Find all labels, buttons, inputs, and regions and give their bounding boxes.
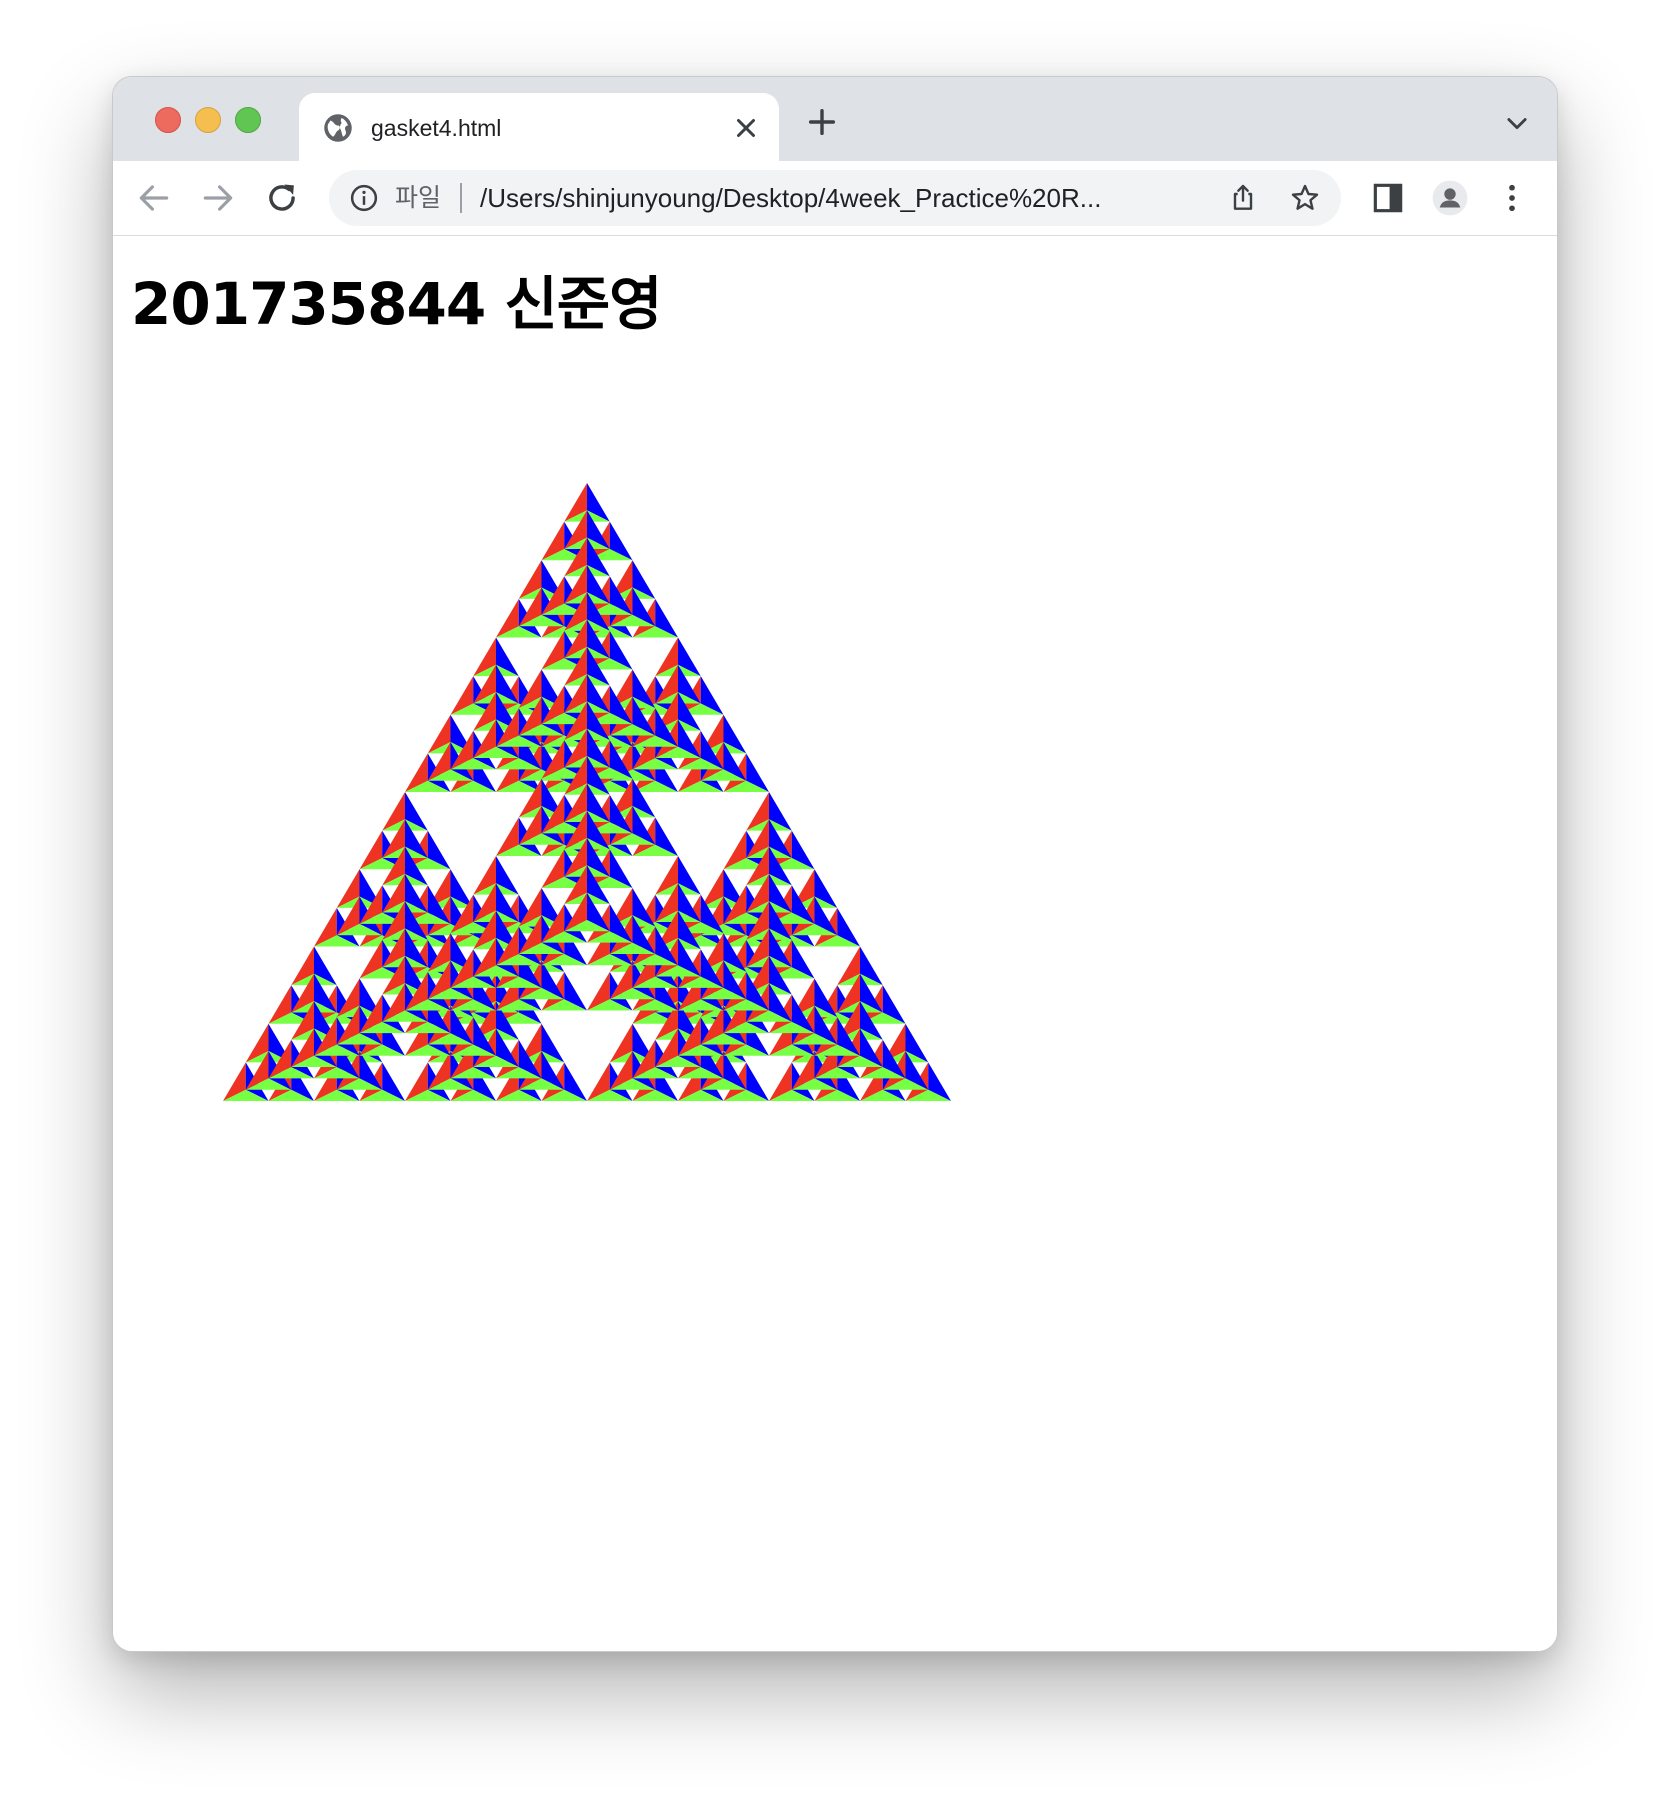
chevron-down-icon[interactable]	[1503, 109, 1531, 137]
side-panel-icon[interactable]	[1369, 179, 1407, 217]
globe-icon	[324, 114, 352, 142]
tab-strip: gasket4.html	[113, 77, 1557, 161]
page-content: 201735844 신준영	[113, 236, 1557, 1651]
window-close-button[interactable]	[155, 107, 181, 133]
avatar-icon[interactable]	[1431, 179, 1469, 217]
page-heading: 201735844 신준영	[131, 270, 662, 338]
address-bar[interactable]: 파일 /Users/shinjunyoung/Desktop/4week_Pra…	[329, 170, 1341, 226]
browser-window: gasket4.html 파일 /Users/shinjunyoung/Desk…	[112, 76, 1558, 1652]
window-maximize-button[interactable]	[235, 107, 261, 133]
kebab-menu-icon[interactable]	[1493, 179, 1531, 217]
close-icon[interactable]	[731, 113, 761, 143]
reload-icon[interactable]	[263, 179, 301, 217]
plus-icon[interactable]	[805, 105, 839, 139]
arrow-left-icon[interactable]	[135, 179, 173, 217]
window-minimize-button[interactable]	[195, 107, 221, 133]
url-scheme-label: 파일	[395, 184, 442, 212]
share-icon[interactable]	[1227, 182, 1259, 214]
info-icon[interactable]	[349, 183, 379, 213]
omnibox-separator	[460, 183, 462, 213]
arrow-right-icon[interactable]	[199, 179, 237, 217]
browser-toolbar: 파일 /Users/shinjunyoung/Desktop/4week_Pra…	[113, 161, 1557, 236]
tab-title: gasket4.html	[371, 115, 502, 141]
gasket-canvas	[223, 483, 951, 1101]
url-text[interactable]: /Users/shinjunyoung/Desktop/4week_Practi…	[480, 183, 1101, 213]
star-icon[interactable]	[1289, 182, 1321, 214]
tab-active[interactable]: gasket4.html	[299, 93, 779, 161]
